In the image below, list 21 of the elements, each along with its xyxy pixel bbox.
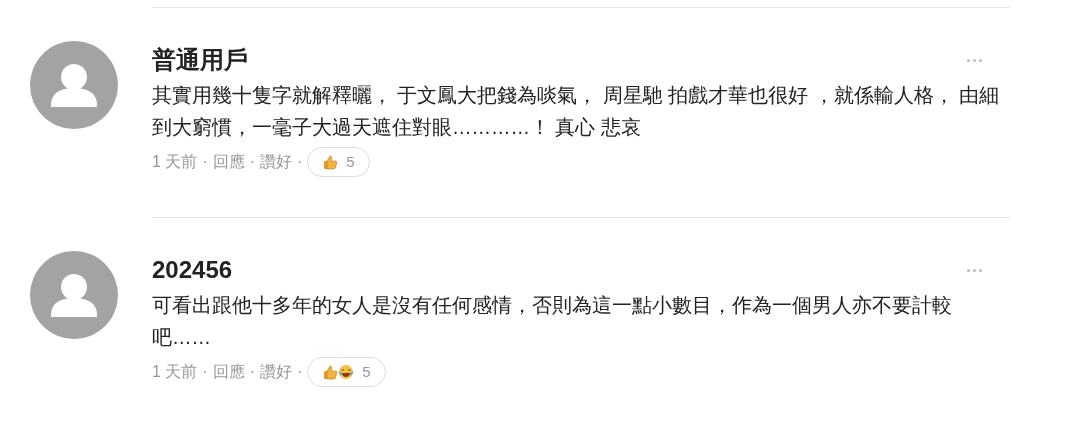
- comment-text: 其實用幾十隻字就解釋曬， 于文鳳大把錢為啖氣， 周星馳 拍戲才華也很好 ，就係輸人格， 由細到大窮慣，一毫子大過天遮住對眼…………！ 真心 悲哀: [152, 83, 1001, 140]
- like-link[interactable]: 讚好: [260, 360, 292, 384]
- like-link[interactable]: 讚好: [260, 150, 292, 174]
- separator-dot: ·: [202, 152, 208, 172]
- author-name: 普通用戶: [152, 45, 248, 75]
- separator-dot: ·: [249, 152, 255, 172]
- timestamp: 1 天前: [152, 152, 198, 172]
- thumbs-up-icon: [322, 364, 339, 380]
- more-icon[interactable]: [967, 268, 982, 272]
- thumbs-up-icon: [322, 154, 339, 170]
- timestamp: 1 天前: [152, 362, 198, 382]
- separator-dot: ·: [249, 362, 255, 382]
- reply-link[interactable]: 回應: [212, 360, 245, 384]
- separator-dot: ·: [297, 362, 303, 382]
- more-icon[interactable]: [967, 58, 982, 62]
- reply-link[interactable]: 回應: [212, 150, 245, 174]
- comment-text: 可看出跟他十多年的女人是沒有任何感情，否則為這一點小數目，作為一個男人亦不要計較吧……: [152, 293, 953, 350]
- laughing-face-icon: [338, 364, 355, 380]
- separator-dot: ·: [297, 152, 303, 172]
- author-name: 202456: [152, 255, 233, 285]
- separator-dot: ·: [202, 362, 208, 382]
